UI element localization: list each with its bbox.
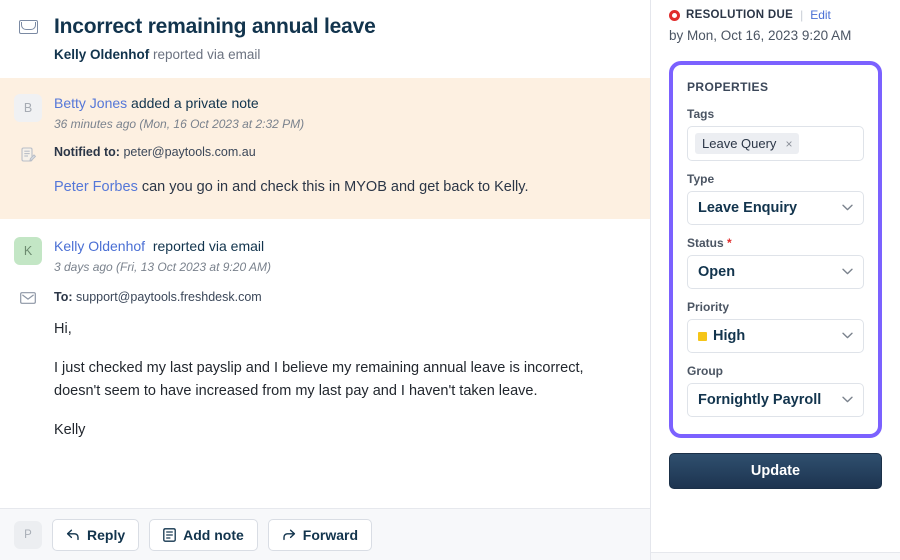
note-timestamp: 36 minutes ago (Mon, 16 Oct 2023 at 2:32… — [54, 117, 305, 132]
close-icon[interactable]: × — [785, 137, 792, 151]
email-body: Hi, I just checked my last payslip and I… — [54, 318, 628, 442]
red-circle-icon — [669, 9, 680, 21]
notified-to: Notified to: peter@paytools.com.au — [54, 145, 256, 159]
note-pencil-icon — [14, 145, 42, 163]
email-small-envelope-icon — [14, 290, 42, 304]
chevron-down-icon — [842, 203, 853, 214]
note-action: added a private note — [127, 95, 259, 112]
status-label: Status * — [687, 236, 864, 250]
note-header: B Betty Jones added a private note 36 mi… — [14, 94, 628, 131]
ticket-header: Incorrect remaining annual leave Kelly O… — [0, 0, 650, 79]
email-to-label: To: — [54, 289, 73, 304]
resolution-due-date: by Mon, Oct 16, 2023 9:20 AM — [669, 28, 852, 43]
type-field: Type Leave Enquiry — [687, 172, 864, 226]
type-value: Leave Enquiry — [698, 200, 798, 217]
ticket-channel: reported via email — [153, 47, 261, 63]
email-block: K Kelly Oldenhof reported via email 3 da… — [0, 218, 650, 452]
avatar: B — [14, 94, 42, 123]
email-to-value: support@paytools.freshdesk.com — [72, 289, 262, 304]
page-title: Incorrect remaining annual leave — [54, 15, 376, 38]
resolution-due-header: RESOLUTION DUE | Edit — [669, 8, 882, 22]
reply-button[interactable]: Reply — [52, 518, 140, 551]
group-field: Group Fornightly Payroll — [687, 364, 864, 418]
email-author-link[interactable]: Kelly Oldenhof — [54, 238, 145, 254]
note-body-row: Peter Forbes can you go in and check thi… — [14, 177, 628, 199]
sidebar-bottom-strip — [651, 552, 900, 560]
ticket-subtitle: Kelly Oldenhof reported via email — [54, 47, 376, 62]
notified-label: Notified to: — [54, 145, 120, 160]
priority-value: High — [713, 328, 746, 345]
tags-label: Tags — [687, 107, 715, 122]
conversation-scroll-area[interactable]: Incorrect remaining annual leave Kelly O… — [0, 0, 650, 508]
email-to-row: To: support@paytools.freshdesk.com — [14, 290, 628, 304]
forward-arrow-icon — [282, 529, 296, 541]
group-value: Fornightly Payroll — [698, 392, 822, 409]
notified-value: peter@paytools.com.au — [119, 145, 256, 160]
forward-button-label: Forward — [302, 526, 359, 543]
avatar: K — [14, 236, 42, 265]
tag-chip-label: Leave Query — [702, 136, 777, 152]
properties-highlight-box: PROPERTIES Tags Leave Query × Type Leave… — [669, 61, 882, 439]
email-paragraph: I just checked my last payslip and I bel… — [54, 360, 584, 399]
properties-card: PROPERTIES Tags Leave Query × Type Leave… — [676, 68, 875, 432]
forward-button[interactable]: Forward — [267, 518, 373, 551]
email-header: K Kelly Oldenhof reported via email 3 da… — [14, 236, 628, 274]
priority-field: Priority High — [687, 300, 864, 354]
email-timestamp: 3 days ago (Fri, 13 Oct 2023 at 9:20 AM) — [54, 259, 271, 274]
status-field: Status * Open — [687, 236, 864, 290]
email-action: reported via email — [148, 237, 265, 254]
reply-action-bar: P Reply Add note Forward — [0, 508, 650, 560]
tags-input[interactable]: Leave Query × — [687, 126, 864, 162]
email-paragraph: Hi, — [54, 320, 72, 337]
add-note-button[interactable]: Add note — [149, 518, 258, 551]
status-value: Open — [698, 264, 736, 281]
notified-row: Notified to: peter@paytools.com.au — [14, 145, 628, 163]
status-select[interactable]: Open — [687, 255, 864, 290]
chevron-down-icon — [842, 395, 853, 406]
agent-avatar: P — [14, 520, 42, 549]
group-select[interactable]: Fornightly Payroll — [687, 383, 864, 418]
conversation-pane: Incorrect remaining annual leave Kelly O… — [0, 0, 651, 560]
type-select[interactable]: Leave Enquiry — [687, 191, 864, 226]
note-icon — [163, 527, 176, 542]
separator: | — [800, 8, 804, 22]
group-label: Group — [687, 364, 723, 379]
chevron-down-icon — [842, 267, 853, 278]
status-label-text: Status — [687, 236, 724, 251]
private-note-block: B Betty Jones added a private note 36 mi… — [0, 78, 650, 219]
ticket-reporter: Kelly Oldenhof — [54, 47, 150, 63]
mention-link[interactable]: Peter Forbes — [54, 179, 138, 195]
tag-chip[interactable]: Leave Query × — [695, 133, 800, 155]
properties-sidebar: RESOLUTION DUE | Edit by Mon, Oct 16, 20… — [651, 0, 900, 560]
note-body: Peter Forbes can you go in and check thi… — [54, 177, 528, 199]
email-paragraph: Kelly — [54, 422, 86, 439]
reply-arrow-icon — [66, 529, 80, 541]
edit-resolution-link[interactable]: Edit — [810, 8, 831, 22]
note-body-spacer — [14, 177, 42, 179]
properties-title: PROPERTIES — [687, 80, 769, 95]
priority-swatch-icon — [698, 331, 707, 341]
priority-label: Priority — [687, 300, 730, 315]
update-button-wrap: Update — [669, 453, 882, 490]
email-to: To: support@paytools.freshdesk.com — [54, 290, 262, 304]
tags-field: Tags Leave Query × — [687, 107, 864, 162]
required-asterisk: * — [727, 236, 732, 251]
resolution-due-label: RESOLUTION DUE — [686, 9, 794, 21]
chevron-down-icon — [842, 331, 853, 342]
update-button[interactable]: Update — [669, 453, 882, 490]
envelope-icon — [14, 14, 42, 34]
priority-value-wrap: High — [698, 328, 842, 344]
note-author-link[interactable]: Betty Jones — [54, 95, 127, 111]
add-note-button-label: Add note — [183, 526, 244, 543]
priority-select[interactable]: High — [687, 319, 864, 354]
note-meta: Betty Jones added a private note — [54, 94, 304, 113]
email-meta: Kelly Oldenhof reported via email — [54, 237, 271, 256]
type-label: Type — [687, 172, 715, 187]
reply-button-label: Reply — [87, 526, 126, 543]
ticket-detail-screen: Incorrect remaining annual leave Kelly O… — [0, 0, 900, 560]
note-body-text: can you go in and check this in MYOB and… — [137, 179, 529, 196]
